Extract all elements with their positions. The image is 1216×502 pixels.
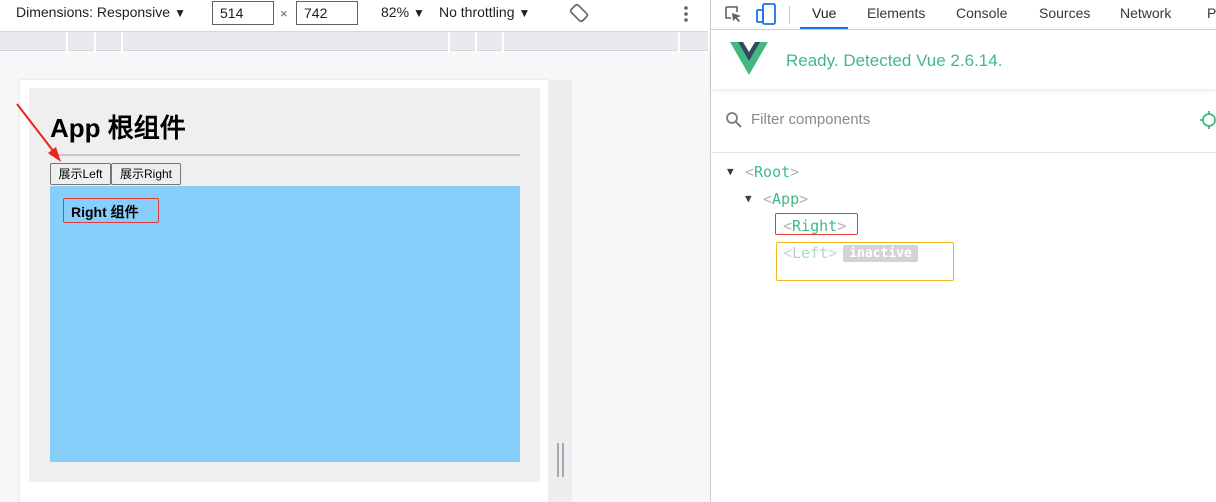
width-input[interactable]: 514	[212, 1, 274, 25]
component-filter-row: Filter components	[711, 96, 1216, 153]
component-name: Right	[792, 217, 838, 235]
filter-components-input[interactable]: Filter components	[751, 111, 870, 128]
ruler-tick	[121, 32, 123, 51]
ruler-tick	[94, 32, 96, 51]
tab-elements[interactable]: Elements	[867, 5, 925, 21]
select-component-target-icon[interactable]	[1199, 110, 1216, 130]
tab-network[interactable]: Network	[1120, 5, 1171, 21]
annotation-arrow-icon	[16, 103, 61, 162]
tab-console[interactable]: Console	[956, 5, 1007, 21]
devtools-pane: Vue Elements Console Sources Network Pe …	[711, 0, 1216, 502]
tab-vue[interactable]: Vue	[812, 5, 836, 21]
tree-node-right[interactable]: <Right>	[783, 217, 846, 235]
component-name: Root	[754, 163, 791, 181]
tree-node-left[interactable]: <Left> inactive	[783, 244, 918, 262]
tree-node-root[interactable]: ▼ <Root>	[727, 163, 799, 181]
vue-logo-icon	[730, 42, 768, 75]
throttling-select[interactable]: No throttling ▼	[439, 4, 530, 20]
component-name: Left	[792, 244, 829, 262]
component-name: App	[772, 190, 800, 208]
rotate-icon[interactable]	[569, 3, 589, 23]
inactive-badge: inactive	[843, 245, 918, 262]
ruler-tick	[66, 32, 68, 51]
right-component	[50, 186, 520, 462]
device-emulation-pane: Dimensions: Responsive ▼ 514 × 742 82% ▼ N…	[0, 0, 710, 502]
zoom-select[interactable]: 82% ▼	[381, 4, 425, 20]
tab-sources[interactable]: Sources	[1039, 5, 1090, 21]
expand-arrow-icon[interactable]: ▼	[727, 165, 737, 178]
active-tab-indicator	[800, 27, 848, 29]
vue-status-text: Ready. Detected Vue 2.6.14.	[786, 51, 1003, 70]
ruler-tick	[678, 32, 680, 51]
chevron-down-icon: ▼	[174, 6, 186, 20]
tab-performance[interactable]: Pe	[1207, 5, 1216, 21]
show-right-button[interactable]: 展示Right	[111, 163, 181, 185]
divider	[50, 154, 520, 156]
tree-node-app[interactable]: ▼ <App>	[745, 190, 808, 208]
device-toolbar: Dimensions: Responsive ▼ 514 × 742 82% ▼ N…	[0, 0, 710, 30]
show-left-button[interactable]: 展示Left	[50, 163, 111, 185]
resize-strip	[548, 80, 572, 502]
inspect-element-icon[interactable]	[723, 4, 743, 24]
page-title: App 根组件	[50, 113, 186, 143]
search-icon	[726, 112, 742, 128]
throttling-label: No throttling	[439, 4, 515, 20]
height-input[interactable]: 742	[296, 1, 358, 25]
zoom-label: 82%	[381, 4, 410, 20]
dimensions-select[interactable]: Dimensions: Responsive ▼	[16, 4, 186, 20]
chevron-down-icon: ▼	[413, 6, 425, 20]
expand-arrow-icon[interactable]: ▼	[745, 192, 755, 205]
ruler-tick	[475, 32, 477, 51]
tab-separator	[789, 6, 790, 24]
more-vert-icon[interactable]	[681, 4, 691, 24]
device-toggle-icon[interactable]	[756, 3, 776, 25]
media-query-ruler[interactable]	[0, 31, 708, 51]
ruler-tick	[502, 32, 504, 51]
ruler-tick	[448, 32, 450, 51]
devtools-tab-bar: Vue Elements Console Sources Network Pe	[711, 0, 1216, 30]
dimensions-label: Dimensions: Responsive	[16, 4, 171, 20]
resize-handle[interactable]	[557, 443, 565, 477]
right-component-title: Right 组件	[63, 198, 159, 223]
times-label: ×	[280, 6, 288, 21]
chevron-down-icon: ▼	[518, 6, 531, 20]
vue-devtools-header: Ready. Detected Vue 2.6.14.	[711, 31, 1216, 89]
